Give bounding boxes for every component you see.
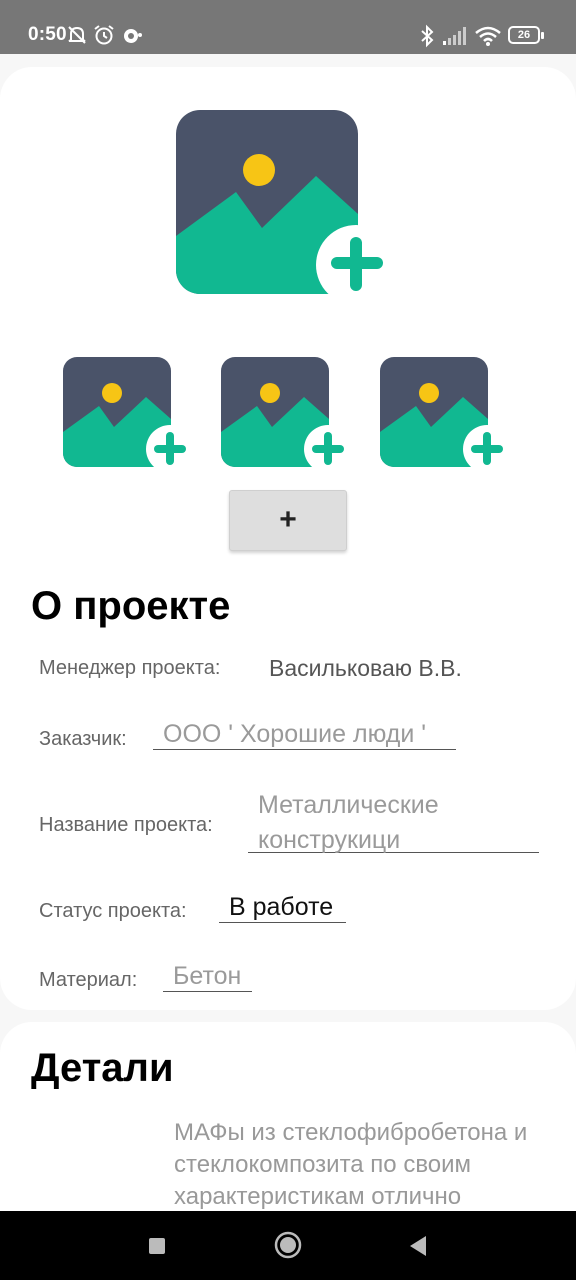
muted-bell-icon xyxy=(68,26,86,44)
add-image-icon[interactable] xyxy=(176,110,386,300)
status-label: Статус проекта: xyxy=(39,900,187,922)
recent-apps-icon[interactable] xyxy=(148,1237,166,1255)
alarm-icon xyxy=(94,25,114,45)
battery-icon: 26 xyxy=(508,26,544,44)
project-name-label: Название проекта: xyxy=(39,814,213,836)
customer-field[interactable]: ООО ' Хорошие люди ' xyxy=(153,720,456,750)
wifi-icon xyxy=(475,26,501,46)
home-icon[interactable] xyxy=(274,1231,302,1259)
status-bar: 0:50 26 xyxy=(0,0,576,54)
project-name-field[interactable]: Металлические конструкици xyxy=(248,788,539,854)
manager-label: Менеджер проекта: xyxy=(39,657,221,679)
status-field[interactable]: В работе xyxy=(219,893,346,923)
add-image-icon[interactable] xyxy=(221,357,351,471)
navigation-bar xyxy=(0,1211,576,1280)
back-icon[interactable] xyxy=(408,1235,428,1257)
material-label: Материал: xyxy=(39,969,138,991)
add-image-icon[interactable] xyxy=(380,357,510,471)
details-title: Детали xyxy=(31,1046,174,1090)
add-image-icon[interactable] xyxy=(63,357,193,471)
add-image-button[interactable]: + xyxy=(229,490,347,551)
bluetooth-icon xyxy=(421,24,434,48)
manager-value: Васильковаю В.В. xyxy=(269,655,462,681)
signal-icon xyxy=(443,27,466,45)
customer-label: Заказчик: xyxy=(39,728,127,750)
notification-icon xyxy=(124,29,142,43)
material-field[interactable]: Бетон xyxy=(163,962,252,992)
status-time: 0:50 xyxy=(28,24,67,45)
details-text: МАФы из стеклофибробетона и стеклокомпоз… xyxy=(174,1119,528,1210)
battery-level: 26 xyxy=(517,29,531,41)
about-title: О проекте xyxy=(31,584,231,628)
